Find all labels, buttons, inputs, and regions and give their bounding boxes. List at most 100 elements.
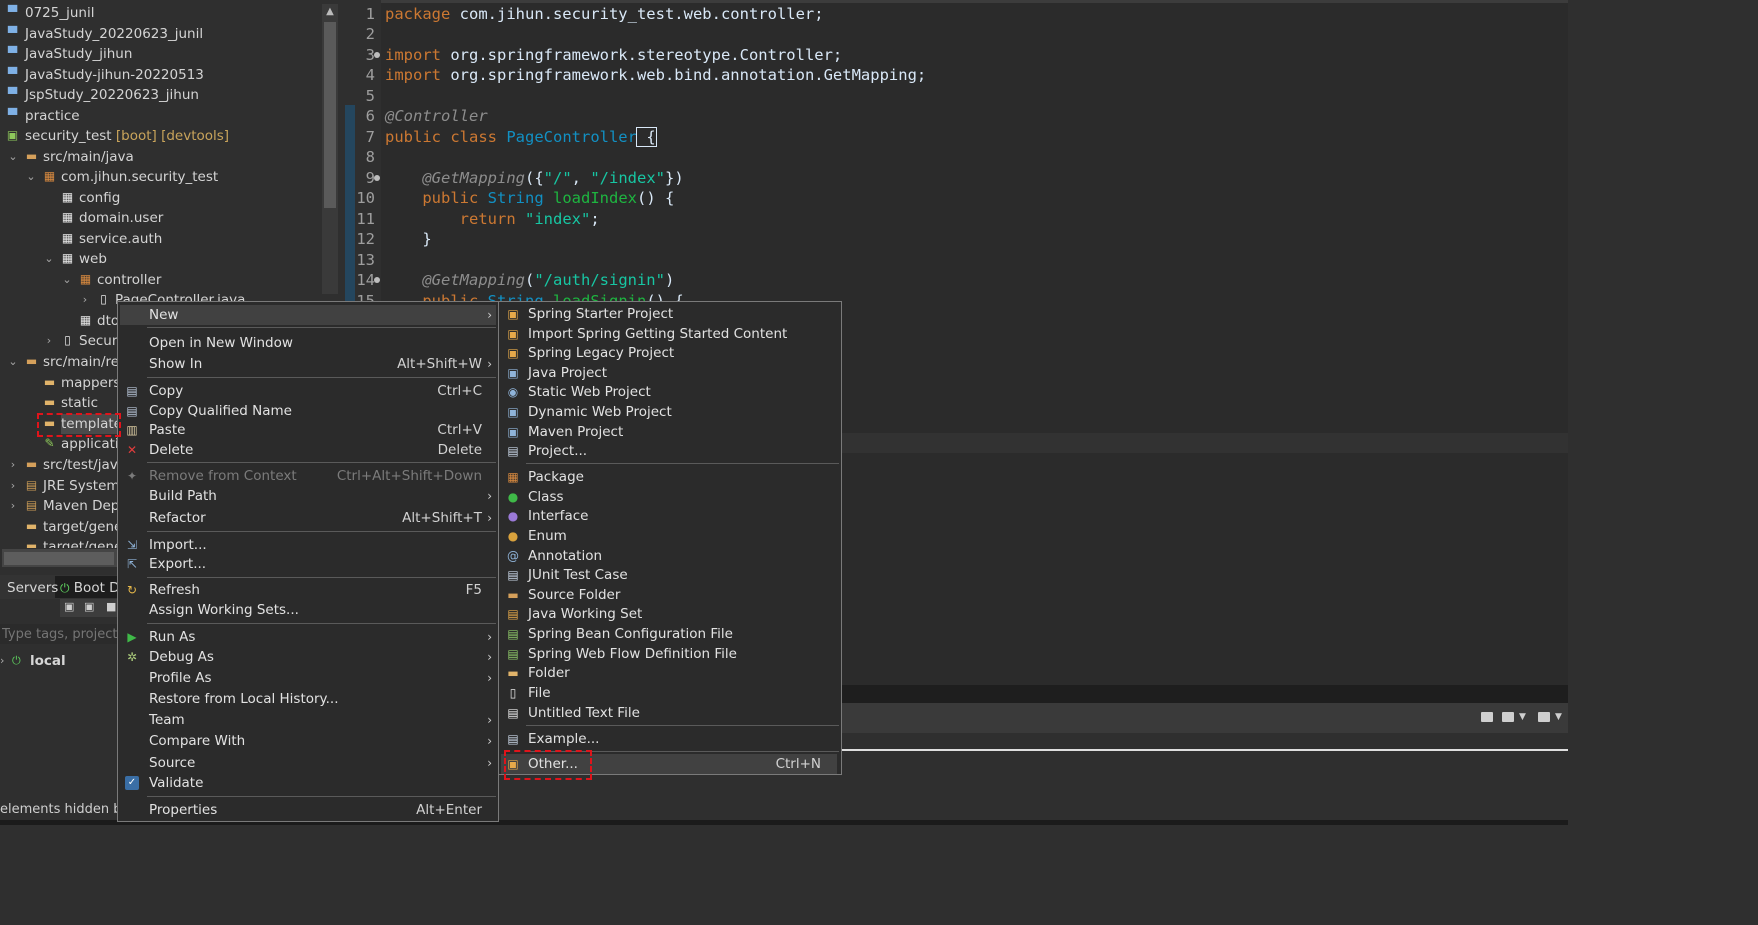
submenu-item-spring-starter-project[interactable]: ▣ Spring Starter Project (499, 304, 839, 324)
menu-item-compare-with[interactable]: Compare With › (118, 731, 496, 751)
menu-item-open-new-window[interactable]: Open in New Window (118, 333, 496, 353)
submenu-item-spring-bean-config[interactable]: ▤ Spring Bean Configuration File (499, 624, 839, 644)
menu-item-restore-local-history[interactable]: Restore from Local History... (118, 689, 496, 709)
delete-icon: ✕ (126, 443, 138, 457)
menu-item-debug-as[interactable]: ✲ Debug As › (118, 647, 496, 667)
line-number: 10 (356, 189, 375, 207)
fold-marker-icon[interactable] (374, 277, 380, 283)
menu-item-refresh[interactable]: ↻ Refresh F5 (118, 580, 496, 600)
tree-item[interactable]: ⌄ ▦ web (0, 249, 320, 269)
fold-marker-icon[interactable] (374, 175, 380, 181)
console-open-icon[interactable] (1538, 712, 1550, 722)
submenu-item-project[interactable]: ▤ Project... (499, 441, 839, 461)
code-line: import org.springframework.web.bind.anno… (385, 66, 927, 84)
line-number: 3 (365, 46, 375, 64)
tree-item[interactable]: ⌄ ▦ controller (0, 270, 320, 290)
restart-icon[interactable]: ▣ (84, 600, 94, 613)
menu-item-copy[interactable]: ▤ Copy Ctrl+C (118, 381, 496, 401)
fold-marker-icon[interactable] (374, 52, 380, 58)
tree-item[interactable]: ▀ JavaStudy_jihun (0, 44, 320, 64)
submenu-item-dynamic-web-project[interactable]: ▣ Dynamic Web Project (499, 402, 839, 422)
spring-bean-icon: ▤ (507, 627, 519, 641)
submenu-item-source-folder[interactable]: ▬ Source Folder (499, 585, 839, 605)
menu-item-team[interactable]: Team › (118, 710, 496, 730)
source-folder-icon: ▬ (25, 354, 38, 368)
menu-separator (526, 725, 839, 726)
tree-item[interactable]: ▀ JavaStudy-jihun-20220513 (0, 65, 320, 85)
tree-horizontal-scrollbar-thumb[interactable] (4, 552, 114, 565)
submenu-item-maven-project[interactable]: ▣ Maven Project (499, 422, 839, 442)
remove-context-icon: ✦ (126, 469, 138, 483)
menu-item-new[interactable]: New › (118, 305, 496, 325)
package-icon: ▦ (61, 231, 74, 245)
menu-item-assign-working-sets[interactable]: Assign Working Sets... (118, 600, 496, 620)
console-pin-icon[interactable] (1481, 712, 1493, 722)
chevron-down-icon[interactable]: ⌄ (25, 167, 37, 187)
chevron-down-icon[interactable]: ▼ (1555, 712, 1562, 722)
menu-item-show-in[interactable]: Show In Alt+Shift+W › (118, 354, 496, 374)
chevron-down-icon[interactable]: ⌄ (61, 270, 73, 290)
tab-boot-dashboard[interactable]: ⏻ Boot Dashboard (60, 579, 120, 597)
submenu-item-enum[interactable]: ● Enum (499, 526, 839, 546)
tree-item[interactable]: ▀ JspStudy_20220623_jihun (0, 85, 320, 105)
menu-item-build-path[interactable]: Build Path › (118, 486, 496, 506)
scroll-up-icon[interactable]: ▲ (322, 4, 338, 20)
tree-item[interactable]: ▦ service.auth (0, 229, 320, 249)
tree-item[interactable]: ▦ domain.user (0, 208, 320, 228)
tab-servers[interactable]: Servers (7, 579, 58, 597)
chevron-down-icon[interactable]: ⌄ (7, 147, 19, 167)
submenu-item-spring-web-flow[interactable]: ▤ Spring Web Flow Definition File (499, 644, 839, 664)
tree-item[interactable]: ▀ JavaStudy_20220623_junil (0, 24, 320, 44)
chevron-right-icon[interactable]: › (7, 455, 19, 475)
submenu-item-java-project[interactable]: ▣ Java Project (499, 363, 839, 383)
submenu-item-interface[interactable]: ● Interface (499, 506, 839, 526)
start-icon[interactable]: ▣ (64, 600, 74, 613)
submenu-item-folder[interactable]: ▬ Folder (499, 663, 839, 683)
tree-item[interactable]: ▀ practice (0, 106, 320, 126)
chevron-down-icon[interactable]: ⌄ (7, 352, 19, 372)
submenu-item-import-spring-content[interactable]: ▣ Import Spring Getting Started Content (499, 324, 839, 344)
menu-item-delete[interactable]: ✕ Delete Delete (118, 440, 496, 460)
submenu-item-untitled-text-file[interactable]: ▤ Untitled Text File (499, 703, 839, 723)
menu-item-import[interactable]: ⇲ Import... (118, 535, 496, 555)
menu-item-properties[interactable]: Properties Alt+Enter (118, 800, 496, 820)
code-line: @Controller (385, 107, 488, 125)
tree-item-security-test[interactable]: ▣ security_test [boot] [devtools] (0, 126, 320, 146)
submenu-item-junit-test-case[interactable]: ▤ JUnit Test Case (499, 565, 839, 585)
menu-item-paste[interactable]: ▥ Paste Ctrl+V (118, 420, 496, 440)
menu-item-refactor[interactable]: Refactor Alt+Shift+T › (118, 508, 496, 528)
submenu-item-spring-legacy-project[interactable]: ▣ Spring Legacy Project (499, 343, 839, 363)
menu-item-source[interactable]: Source › (118, 753, 496, 773)
chevron-right-icon[interactable]: › (0, 651, 4, 671)
menu-item-export[interactable]: ⇱ Export... (118, 554, 496, 574)
chevron-right-icon[interactable]: › (43, 331, 55, 351)
menu-item-profile-as[interactable]: Profile As › (118, 668, 496, 688)
menu-item-remove-from-context[interactable]: ✦ Remove from Context Ctrl+Alt+Shift+Down (118, 466, 496, 486)
stop-icon[interactable]: ■ (106, 600, 116, 613)
chevron-right-icon[interactable]: › (7, 496, 19, 516)
submenu-item-other[interactable]: ▣ Other... Ctrl+N (499, 754, 839, 774)
menu-separator (147, 796, 496, 797)
submenu-item-example[interactable]: ▤ Example... (499, 729, 839, 749)
submenu-item-package[interactable]: ▦ Package (499, 467, 839, 487)
submenu-item-file[interactable]: ▯ File (499, 683, 839, 703)
tree-scrollbar-thumb[interactable] (324, 22, 336, 208)
chevron-right-icon[interactable]: › (7, 476, 19, 496)
menu-item-validate[interactable]: ✓ Validate (118, 773, 496, 793)
submenu-item-class[interactable]: ● Class (499, 487, 839, 507)
submenu-item-java-working-set[interactable]: ▤ Java Working Set (499, 604, 839, 624)
chevron-right-icon[interactable]: › (79, 290, 91, 310)
menu-separator (526, 463, 839, 464)
submenu-item-annotation[interactable]: @ Annotation (499, 546, 839, 566)
tree-item[interactable]: ⌄ ▦ com.jihun.security_test (0, 167, 320, 187)
chevron-down-icon[interactable]: ⌄ (43, 249, 55, 269)
submenu-item-static-web-project[interactable]: ◉ Static Web Project (499, 382, 839, 402)
menu-item-run-as[interactable]: ▶ Run As › (118, 627, 496, 647)
boot-dashboard-filter-input[interactable] (0, 624, 122, 644)
tree-item[interactable]: ⌄ ▬ src/main/java (0, 147, 320, 167)
console-display-icon[interactable] (1502, 712, 1514, 722)
chevron-down-icon[interactable]: ▼ (1519, 712, 1526, 722)
tree-item[interactable]: ▀ 0725_junil (0, 3, 320, 23)
tree-item[interactable]: ▦ config (0, 188, 320, 208)
menu-item-copy-qualified-name[interactable]: ▤ Copy Qualified Name (118, 401, 496, 421)
